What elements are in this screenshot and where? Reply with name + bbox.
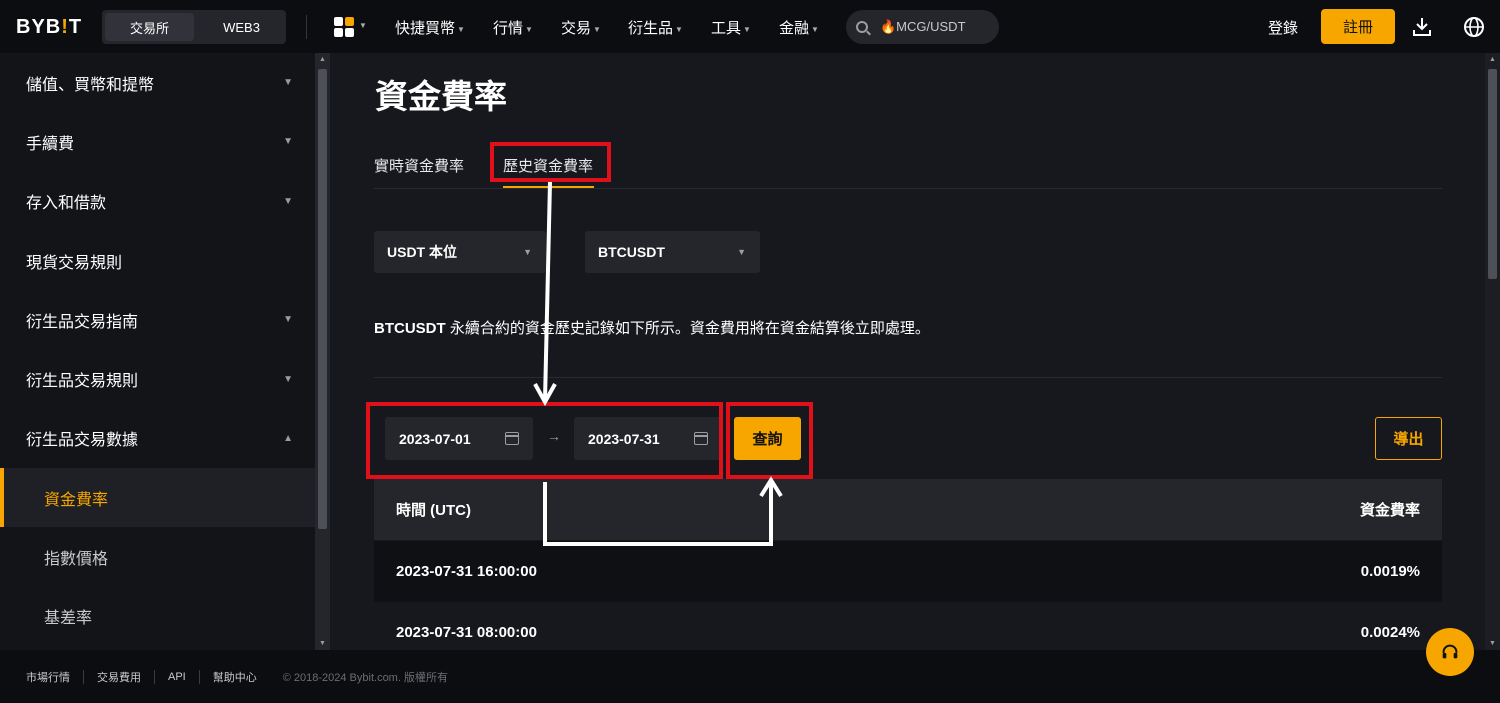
annotation-arrows xyxy=(533,181,783,546)
